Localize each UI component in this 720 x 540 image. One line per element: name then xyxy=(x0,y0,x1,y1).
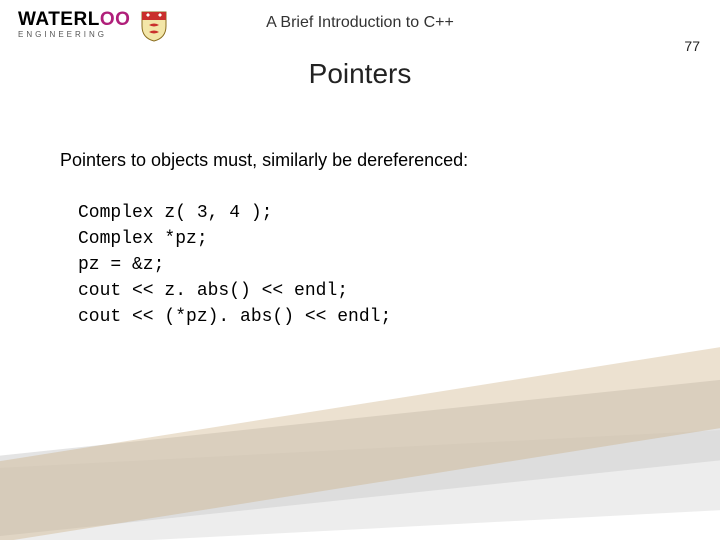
decorative-stripes xyxy=(0,480,720,540)
stripe xyxy=(0,427,720,540)
code-block: Complex z( 3, 4 ); Complex *pz; pz = &z;… xyxy=(78,200,391,330)
slide-title: Pointers xyxy=(0,58,720,90)
stripe xyxy=(0,340,720,540)
course-title: A Brief Introduction to C++ xyxy=(0,14,720,32)
stripe xyxy=(0,375,720,540)
page-number: 77 xyxy=(684,38,700,54)
body-text: Pointers to objects must, similarly be d… xyxy=(60,150,660,171)
logo-subline: ENGINEERING xyxy=(18,31,130,39)
